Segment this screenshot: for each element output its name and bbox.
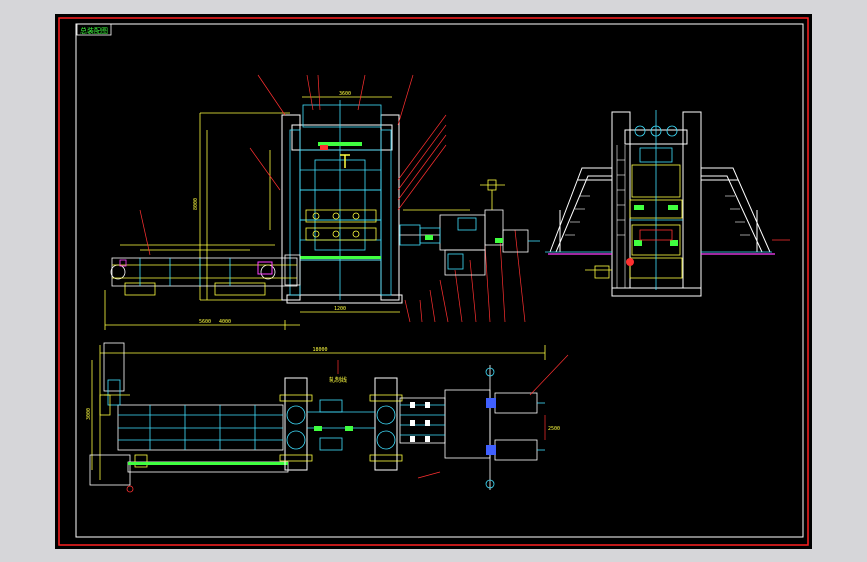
cad-viewport[interactable]: 总装配图 3600 8000 5600 1200 4000 18000 3000… — [0, 0, 867, 562]
front-top-dim: 3600 — [339, 91, 351, 97]
drawing-background — [55, 14, 812, 549]
plan-height-dim: 3000 — [86, 408, 92, 420]
plan-right-dim: 2500 — [548, 426, 560, 432]
cad-drawing: 总装配图 3600 8000 5600 1200 4000 18000 3000… — [55, 14, 812, 549]
plan-center-note: 轧制线 — [329, 376, 347, 384]
front-height-dim: 8000 — [193, 198, 199, 210]
front-bottom-dim: 1200 — [334, 306, 346, 312]
plan-width-dim: 18000 — [312, 347, 327, 353]
front-mid-dim: 4000 — [219, 319, 231, 325]
title-block-text: 总装配图 — [80, 26, 108, 35]
front-left-dim: 5600 — [199, 319, 211, 325]
